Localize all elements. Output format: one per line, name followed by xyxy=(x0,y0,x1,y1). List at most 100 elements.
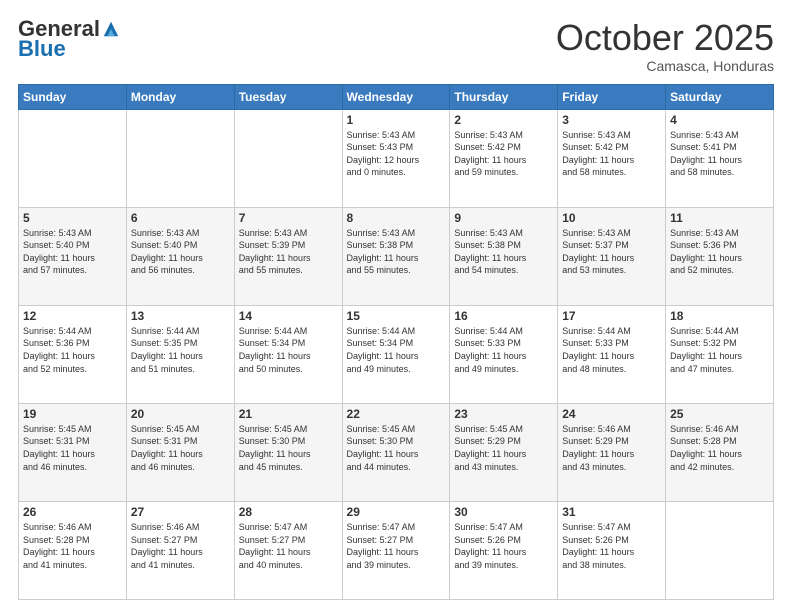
logo-icon xyxy=(102,20,120,38)
day-number: 19 xyxy=(23,407,122,421)
calendar-header-monday: Monday xyxy=(126,84,234,109)
day-info: Sunrise: 5:44 AM Sunset: 5:32 PM Dayligh… xyxy=(670,325,769,375)
calendar-header-tuesday: Tuesday xyxy=(234,84,342,109)
day-info: Sunrise: 5:43 AM Sunset: 5:38 PM Dayligh… xyxy=(454,227,553,277)
day-number: 20 xyxy=(131,407,230,421)
day-number: 30 xyxy=(454,505,553,519)
calendar-cell: 26 Sunrise: 5:46 AM Sunset: 5:28 PM Dayli… xyxy=(19,501,127,599)
day-number: 29 xyxy=(347,505,446,519)
day-number: 3 xyxy=(562,113,661,127)
day-number: 14 xyxy=(239,309,338,323)
day-info: Sunrise: 5:43 AM Sunset: 5:42 PM Dayligh… xyxy=(454,129,553,179)
calendar-cell: 21 Sunrise: 5:45 AM Sunset: 5:30 PM Dayli… xyxy=(234,403,342,501)
day-number: 25 xyxy=(670,407,769,421)
calendar-table: SundayMondayTuesdayWednesdayThursdayFrid… xyxy=(18,84,774,600)
day-info: Sunrise: 5:43 AM Sunset: 5:38 PM Dayligh… xyxy=(347,227,446,277)
day-number: 5 xyxy=(23,211,122,225)
day-info: Sunrise: 5:43 AM Sunset: 5:39 PM Dayligh… xyxy=(239,227,338,277)
calendar-cell xyxy=(19,109,127,207)
day-info: Sunrise: 5:43 AM Sunset: 5:43 PM Dayligh… xyxy=(347,129,446,179)
day-info: Sunrise: 5:47 AM Sunset: 5:27 PM Dayligh… xyxy=(239,521,338,571)
calendar-header-saturday: Saturday xyxy=(666,84,774,109)
day-info: Sunrise: 5:46 AM Sunset: 5:28 PM Dayligh… xyxy=(23,521,122,571)
calendar-week-row: 12 Sunrise: 5:44 AM Sunset: 5:36 PM Dayli… xyxy=(19,305,774,403)
day-number: 17 xyxy=(562,309,661,323)
calendar-cell: 16 Sunrise: 5:44 AM Sunset: 5:33 PM Dayli… xyxy=(450,305,558,403)
day-info: Sunrise: 5:44 AM Sunset: 5:36 PM Dayligh… xyxy=(23,325,122,375)
calendar-cell: 6 Sunrise: 5:43 AM Sunset: 5:40 PM Daylig… xyxy=(126,207,234,305)
header: General Blue October 2025 Camasca, Hondu… xyxy=(18,18,774,74)
day-number: 18 xyxy=(670,309,769,323)
day-info: Sunrise: 5:46 AM Sunset: 5:27 PM Dayligh… xyxy=(131,521,230,571)
day-number: 4 xyxy=(670,113,769,127)
day-number: 21 xyxy=(239,407,338,421)
day-info: Sunrise: 5:44 AM Sunset: 5:34 PM Dayligh… xyxy=(347,325,446,375)
calendar-cell: 31Sunrise: 5:47 AM Sunset: 5:26 PM Dayli… xyxy=(558,501,666,599)
calendar-cell: 12 Sunrise: 5:44 AM Sunset: 5:36 PM Dayli… xyxy=(19,305,127,403)
day-info: Sunrise: 5:44 AM Sunset: 5:33 PM Dayligh… xyxy=(454,325,553,375)
day-info: Sunrise: 5:43 AM Sunset: 5:41 PM Dayligh… xyxy=(670,129,769,179)
calendar-cell xyxy=(126,109,234,207)
calendar-cell: 14 Sunrise: 5:44 AM Sunset: 5:34 PM Dayli… xyxy=(234,305,342,403)
calendar-cell: 13Sunrise: 5:44 AM Sunset: 5:35 PM Dayli… xyxy=(126,305,234,403)
calendar-cell: 2 Sunrise: 5:43 AM Sunset: 5:42 PM Daylig… xyxy=(450,109,558,207)
day-number: 28 xyxy=(239,505,338,519)
calendar-cell: 18 Sunrise: 5:44 AM Sunset: 5:32 PM Dayli… xyxy=(666,305,774,403)
day-info: Sunrise: 5:43 AM Sunset: 5:40 PM Dayligh… xyxy=(23,227,122,277)
calendar-cell: 20 Sunrise: 5:45 AM Sunset: 5:31 PM Dayli… xyxy=(126,403,234,501)
day-number: 15 xyxy=(347,309,446,323)
calendar-cell: 29Sunrise: 5:47 AM Sunset: 5:27 PM Dayli… xyxy=(342,501,450,599)
day-number: 31 xyxy=(562,505,661,519)
day-number: 23 xyxy=(454,407,553,421)
day-number: 11 xyxy=(670,211,769,225)
title-block: October 2025 Camasca, Honduras xyxy=(556,18,774,74)
day-number: 1 xyxy=(347,113,446,127)
day-info: Sunrise: 5:47 AM Sunset: 5:26 PM Dayligh… xyxy=(454,521,553,571)
month-title: October 2025 xyxy=(556,18,774,58)
calendar-header-wednesday: Wednesday xyxy=(342,84,450,109)
day-info: Sunrise: 5:46 AM Sunset: 5:28 PM Dayligh… xyxy=(670,423,769,473)
logo: General Blue xyxy=(18,18,120,62)
calendar-cell: 30 Sunrise: 5:47 AM Sunset: 5:26 PM Dayli… xyxy=(450,501,558,599)
day-info: Sunrise: 5:44 AM Sunset: 5:35 PM Dayligh… xyxy=(131,325,230,375)
calendar-cell: 4 Sunrise: 5:43 AM Sunset: 5:41 PM Daylig… xyxy=(666,109,774,207)
day-number: 10 xyxy=(562,211,661,225)
page: General Blue October 2025 Camasca, Hondu… xyxy=(0,0,792,612)
calendar-week-row: 19 Sunrise: 5:45 AM Sunset: 5:31 PM Dayli… xyxy=(19,403,774,501)
day-info: Sunrise: 5:44 AM Sunset: 5:34 PM Dayligh… xyxy=(239,325,338,375)
calendar-header-friday: Friday xyxy=(558,84,666,109)
calendar-cell: 8 Sunrise: 5:43 AM Sunset: 5:38 PM Daylig… xyxy=(342,207,450,305)
day-number: 12 xyxy=(23,309,122,323)
day-info: Sunrise: 5:43 AM Sunset: 5:42 PM Dayligh… xyxy=(562,129,661,179)
day-number: 26 xyxy=(23,505,122,519)
calendar-cell: 28 Sunrise: 5:47 AM Sunset: 5:27 PM Dayli… xyxy=(234,501,342,599)
calendar-cell: 3 Sunrise: 5:43 AM Sunset: 5:42 PM Daylig… xyxy=(558,109,666,207)
day-info: Sunrise: 5:43 AM Sunset: 5:40 PM Dayligh… xyxy=(131,227,230,277)
day-info: Sunrise: 5:46 AM Sunset: 5:29 PM Dayligh… xyxy=(562,423,661,473)
day-info: Sunrise: 5:45 AM Sunset: 5:30 PM Dayligh… xyxy=(347,423,446,473)
day-info: Sunrise: 5:44 AM Sunset: 5:33 PM Dayligh… xyxy=(562,325,661,375)
day-info: Sunrise: 5:45 AM Sunset: 5:31 PM Dayligh… xyxy=(131,423,230,473)
calendar-cell: 5 Sunrise: 5:43 AM Sunset: 5:40 PM Daylig… xyxy=(19,207,127,305)
day-number: 8 xyxy=(347,211,446,225)
calendar-cell: 9 Sunrise: 5:43 AM Sunset: 5:38 PM Daylig… xyxy=(450,207,558,305)
day-info: Sunrise: 5:45 AM Sunset: 5:30 PM Dayligh… xyxy=(239,423,338,473)
day-info: Sunrise: 5:45 AM Sunset: 5:31 PM Dayligh… xyxy=(23,423,122,473)
calendar-cell: 11 Sunrise: 5:43 AM Sunset: 5:36 PM Dayli… xyxy=(666,207,774,305)
day-info: Sunrise: 5:43 AM Sunset: 5:36 PM Dayligh… xyxy=(670,227,769,277)
calendar-cell xyxy=(666,501,774,599)
day-number: 16 xyxy=(454,309,553,323)
day-info: Sunrise: 5:45 AM Sunset: 5:29 PM Dayligh… xyxy=(454,423,553,473)
day-number: 2 xyxy=(454,113,553,127)
location-subtitle: Camasca, Honduras xyxy=(556,58,774,74)
calendar-cell: 15 Sunrise: 5:44 AM Sunset: 5:34 PM Dayli… xyxy=(342,305,450,403)
day-number: 27 xyxy=(131,505,230,519)
calendar-cell xyxy=(234,109,342,207)
day-number: 6 xyxy=(131,211,230,225)
calendar-week-row: 5 Sunrise: 5:43 AM Sunset: 5:40 PM Daylig… xyxy=(19,207,774,305)
calendar-cell: 19 Sunrise: 5:45 AM Sunset: 5:31 PM Dayli… xyxy=(19,403,127,501)
calendar-cell: 7Sunrise: 5:43 AM Sunset: 5:39 PM Daylig… xyxy=(234,207,342,305)
calendar-week-row: 26 Sunrise: 5:46 AM Sunset: 5:28 PM Dayli… xyxy=(19,501,774,599)
day-number: 9 xyxy=(454,211,553,225)
calendar-cell: 27 Sunrise: 5:46 AM Sunset: 5:27 PM Dayli… xyxy=(126,501,234,599)
